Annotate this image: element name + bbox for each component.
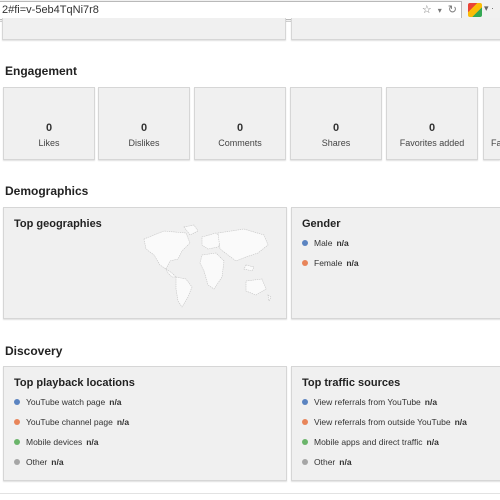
top-geographies-card: Top geographies: [3, 207, 287, 319]
legend-value: n/a: [336, 238, 349, 248]
top-geographies-title: Top geographies: [14, 218, 102, 230]
legend-value: n/a: [339, 457, 352, 467]
green-dot-icon: [302, 439, 308, 445]
playback-item-other: Other n/a: [14, 457, 64, 467]
metric-value: 0: [332, 122, 340, 134]
orange-dot-icon: [302, 260, 308, 266]
metric-comments[interactable]: 0 Comments: [194, 87, 286, 160]
demographics-heading: Demographics: [5, 184, 89, 198]
metric-likes[interactable]: 0 Likes: [3, 87, 95, 160]
summary-card-right: [291, 18, 500, 40]
legend-item-female: Female n/a: [302, 258, 359, 268]
discovery-heading: Discovery: [5, 344, 63, 358]
legend-label: Male: [314, 238, 333, 248]
engagement-heading: Engagement: [5, 64, 78, 78]
metric-value: 0: [428, 122, 436, 134]
dropdown-arrow-icon[interactable]: ▾: [438, 2, 442, 19]
bottom-divider: [0, 493, 500, 494]
blue-dot-icon: [302, 399, 308, 405]
metric-label: Shares: [321, 138, 351, 148]
gray-dot-icon: [302, 459, 308, 465]
orange-dot-icon: [302, 419, 308, 425]
summary-card-left: [2, 18, 286, 40]
legend-value: n/a: [86, 437, 99, 447]
metric-label: Favorites added: [399, 138, 465, 148]
legend-item-male: Male n/a: [302, 238, 349, 248]
legend-label: View referrals from YouTube: [314, 397, 421, 407]
metric-label: Fa: [491, 138, 500, 148]
orange-dot-icon: [14, 419, 20, 425]
legend-value: n/a: [109, 397, 122, 407]
legend-value: n/a: [116, 417, 130, 427]
legend-value: n/a: [346, 258, 359, 268]
playback-item-watch-page: YouTube watch page n/a: [14, 397, 122, 407]
top-traffic-sources-card: Top traffic sources View referrals from …: [291, 366, 500, 481]
metric-value: 0: [45, 122, 53, 134]
legend-label: Other: [26, 457, 48, 467]
playback-item-channel-page: YouTube channel page n/a: [14, 417, 129, 427]
legend-value: n/a: [424, 397, 438, 407]
legend-label: Other: [314, 457, 336, 467]
legend-label: View referrals from outside YouTube: [314, 417, 451, 427]
metric-dislikes[interactable]: 0 Dislikes: [98, 87, 190, 160]
extension-icon[interactable]: [468, 3, 482, 17]
top-playback-locations-card: Top playback locations YouTube watch pag…: [3, 366, 287, 481]
gray-dot-icon: [14, 459, 20, 465]
traffic-item-youtube: View referrals from YouTube n/a: [302, 397, 437, 407]
legend-label: Female: [314, 258, 343, 268]
playback-locations-title: Top playback locations: [14, 377, 135, 389]
traffic-sources-title: Top traffic sources: [302, 377, 401, 389]
blue-dot-icon: [14, 399, 20, 405]
url-text: 2#fi=v-5eb4TqNi7r8: [2, 4, 99, 16]
metric-label: Likes: [38, 138, 60, 148]
traffic-item-mobile-apps: Mobile apps and direct traffic n/a: [302, 437, 439, 447]
legend-label: YouTube channel page: [26, 417, 113, 427]
gender-title: Gender: [302, 218, 341, 230]
metric-label: Dislikes: [128, 138, 160, 148]
metric-partial[interactable]: Fa: [483, 87, 500, 160]
legend-label: YouTube watch page: [26, 397, 106, 407]
extension-menu-icon[interactable]: ▾ ·: [484, 3, 494, 14]
traffic-item-outside-youtube: View referrals from outside YouTube n/a: [302, 417, 467, 427]
playback-item-mobile: Mobile devices n/a: [14, 437, 99, 447]
gender-card: Gender Male n/a Female n/a: [291, 207, 500, 319]
metric-value: 0: [140, 122, 148, 134]
refresh-icon[interactable]: ↻: [448, 2, 457, 19]
metric-label: Comments: [218, 138, 262, 148]
metric-shares[interactable]: 0 Shares: [290, 87, 382, 160]
legend-label: Mobile devices: [26, 437, 83, 447]
traffic-item-other: Other n/a: [302, 457, 352, 467]
legend-label: Mobile apps and direct traffic: [314, 437, 423, 447]
metric-value: 0: [236, 122, 244, 134]
legend-value: n/a: [51, 457, 64, 467]
star-icon[interactable]: ☆: [422, 2, 432, 19]
metric-favorites-added[interactable]: 0 Favorites added: [386, 87, 478, 160]
legend-value: n/a: [454, 417, 467, 427]
green-dot-icon: [14, 439, 20, 445]
world-map: [143, 224, 272, 308]
legend-value: n/a: [426, 437, 439, 447]
blue-dot-icon: [302, 240, 308, 246]
